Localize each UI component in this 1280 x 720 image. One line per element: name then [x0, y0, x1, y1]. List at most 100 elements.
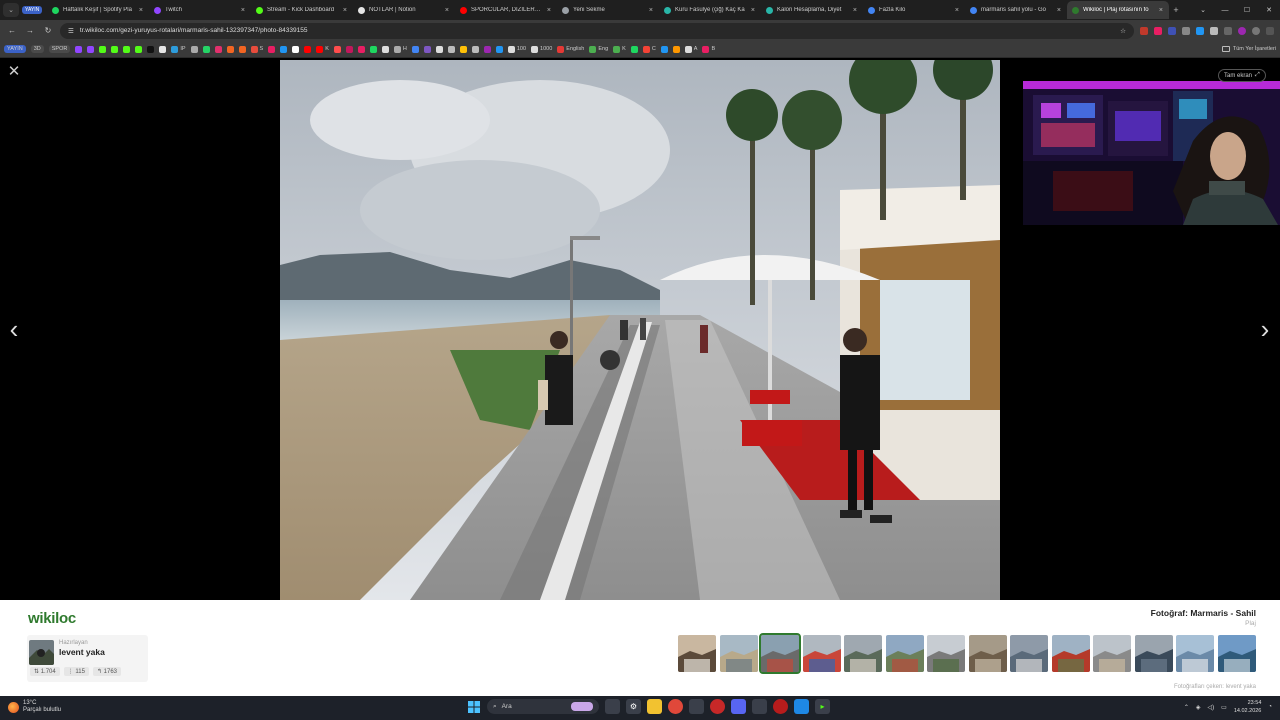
tab-close-icon[interactable]: × [1057, 7, 1061, 14]
tab-search-icon[interactable]: ⌄ [3, 3, 19, 17]
network-icon[interactable]: ◈ [1196, 704, 1201, 711]
bookmark-item[interactable]: English [557, 45, 584, 53]
bookmark-item[interactable]: SPOR [48, 45, 71, 53]
bookmark-item[interactable] [135, 45, 143, 53]
tray-overflow-icon[interactable]: ⌃ [1184, 704, 1189, 711]
bookmark-item[interactable]: 100 [507, 45, 526, 53]
bookmark-item[interactable] [423, 45, 431, 53]
volume-icon[interactable]: ◁) [1208, 704, 1215, 711]
bookmark-item[interactable] [202, 45, 210, 53]
bookmark-item[interactable] [483, 45, 491, 53]
photo-thumbnail[interactable] [1051, 635, 1090, 672]
tab-close-icon[interactable]: × [649, 7, 653, 14]
clock[interactable]: 23:54 14.02.2026 [1234, 699, 1262, 715]
photo-thumbnail[interactable] [1134, 635, 1173, 672]
bookmark-item[interactable] [660, 45, 668, 53]
bookmark-item[interactable] [435, 45, 443, 53]
bookmark-item[interactable] [333, 45, 341, 53]
browser-tab[interactable]: Yeni Sekme × [557, 1, 659, 19]
tab-close-icon[interactable]: × [343, 7, 347, 14]
bookmark-item[interactable] [214, 45, 222, 53]
browser-tab[interactable]: Kalori Hesaplama, Diyet × [761, 1, 863, 19]
tab-yayin[interactable]: YAYIN [19, 1, 47, 19]
chrome-icon[interactable] [668, 699, 683, 714]
browser-tab[interactable]: Wikiloc | Plaj rotasının fo × [1067, 1, 1169, 19]
settings-gear-icon[interactable]: ⚙ [626, 699, 641, 714]
reload-icon[interactable]: ↻ [42, 26, 54, 35]
browser-tab[interactable]: Fazla Kilo × [863, 1, 965, 19]
extension-icon[interactable] [1182, 26, 1190, 35]
app-icon[interactable] [689, 699, 704, 714]
bookmark-item[interactable] [226, 45, 234, 53]
windows-start-icon[interactable] [466, 699, 481, 714]
tab-list-dropdown-icon[interactable]: ⌄ [1192, 6, 1214, 14]
tab-close-icon[interactable]: × [751, 7, 755, 14]
app-icon[interactable] [752, 699, 767, 714]
bookmark-item[interactable]: H [393, 45, 407, 53]
kick-icon[interactable]: ▸ [815, 699, 830, 714]
bookmark-item[interactable] [369, 45, 377, 53]
new-tab-button[interactable]: + [1169, 5, 1183, 15]
browser-tab[interactable]: Haftalık Keşif | Spotify Pla × [47, 1, 149, 19]
bookmark-item[interactable] [304, 45, 312, 53]
file-explorer-icon[interactable] [647, 699, 662, 714]
bookmark-item[interactable]: IP [171, 45, 186, 53]
all-bookmarks-button[interactable]: Tüm Yer İşaretleri [1221, 46, 1276, 52]
tab-close-icon[interactable]: × [955, 7, 959, 14]
bookmark-item[interactable]: K [316, 45, 329, 53]
photo-thumbnail[interactable] [927, 635, 965, 672]
photo-thumbnail[interactable] [1217, 635, 1256, 672]
sidebar-icon[interactable] [1224, 26, 1232, 35]
bookmark-item[interactable] [381, 45, 389, 53]
bookmark-item[interactable] [159, 45, 167, 53]
next-photo-button[interactable]: › [1256, 315, 1274, 343]
bookmark-item[interactable] [99, 45, 107, 53]
bookmark-item[interactable]: A [684, 45, 697, 53]
close-viewer-button[interactable]: ✕ [6, 64, 22, 80]
extension-icon[interactable] [1196, 26, 1204, 35]
author-avatar[interactable] [29, 640, 54, 665]
maximize-button[interactable]: ☐ [1236, 6, 1258, 14]
browser-tab[interactable]: Kuru Fasulye (çiğ) Kaç Ka × [659, 1, 761, 19]
bookmark-item[interactable] [87, 45, 95, 53]
bookmark-item[interactable] [75, 45, 83, 53]
app-icon[interactable] [773, 699, 788, 714]
wikiloc-logo[interactable]: wikiloc [28, 610, 76, 627]
task-view-icon[interactable] [605, 699, 620, 714]
bookmark-item[interactable] [123, 45, 131, 53]
photo-thumbnail[interactable] [844, 635, 882, 672]
minimize-button[interactable]: — [1214, 7, 1236, 14]
author-name[interactable]: levent yaka [59, 647, 105, 657]
notification-bell-icon[interactable]: ◔ [1268, 704, 1272, 710]
menu-dots-icon[interactable] [1266, 26, 1274, 35]
photo-thumbnail[interactable] [1176, 635, 1214, 672]
author-card[interactable]: Hazırlayan levent yaka ⇅ 1.704 ⋮ 115 ↰ 1… [27, 635, 148, 682]
tab-close-icon[interactable]: × [445, 7, 449, 14]
photo-thumbnail[interactable] [719, 635, 758, 672]
bookmark-item[interactable]: YAYIN [4, 45, 26, 53]
bookmark-item[interactable] [147, 45, 155, 53]
bookmark-item[interactable] [495, 45, 503, 53]
bookmark-item[interactable] [190, 45, 198, 53]
bookmark-item[interactable]: B [702, 45, 715, 53]
photo-thumbnail[interactable] [802, 635, 841, 672]
bookmark-item[interactable] [672, 45, 680, 53]
extensions-puzzle-icon[interactable] [1210, 26, 1218, 35]
browser-tab[interactable]: SPORCULAR, DİZİLERDE × [455, 1, 557, 19]
photo-thumbnail[interactable] [1010, 635, 1048, 672]
browser-tab[interactable]: Stream - Kick Dashboard × [251, 1, 353, 19]
browser-tab[interactable]: NOTLAR | Notion × [353, 1, 455, 19]
url-text[interactable]: tr.wikiloc.com/gezi-yuruyus-rotalari/mar… [80, 27, 1114, 34]
site-info-icon[interactable]: ☰ [68, 27, 74, 35]
close-window-button[interactable]: ✕ [1258, 6, 1280, 14]
bookmark-item[interactable] [345, 45, 353, 53]
tab-close-icon[interactable]: × [1159, 7, 1163, 14]
bookmark-item[interactable]: 3D [30, 45, 44, 53]
bookmark-star-icon[interactable]: ☆ [1120, 27, 1126, 35]
extension-icon[interactable] [1154, 26, 1162, 35]
tab-close-icon[interactable]: × [853, 7, 857, 14]
bookmark-item[interactable] [111, 45, 119, 53]
bookmark-item[interactable] [459, 45, 467, 53]
bookmark-item[interactable]: 1000 [531, 45, 552, 53]
photo-thumbnail[interactable] [678, 635, 716, 672]
